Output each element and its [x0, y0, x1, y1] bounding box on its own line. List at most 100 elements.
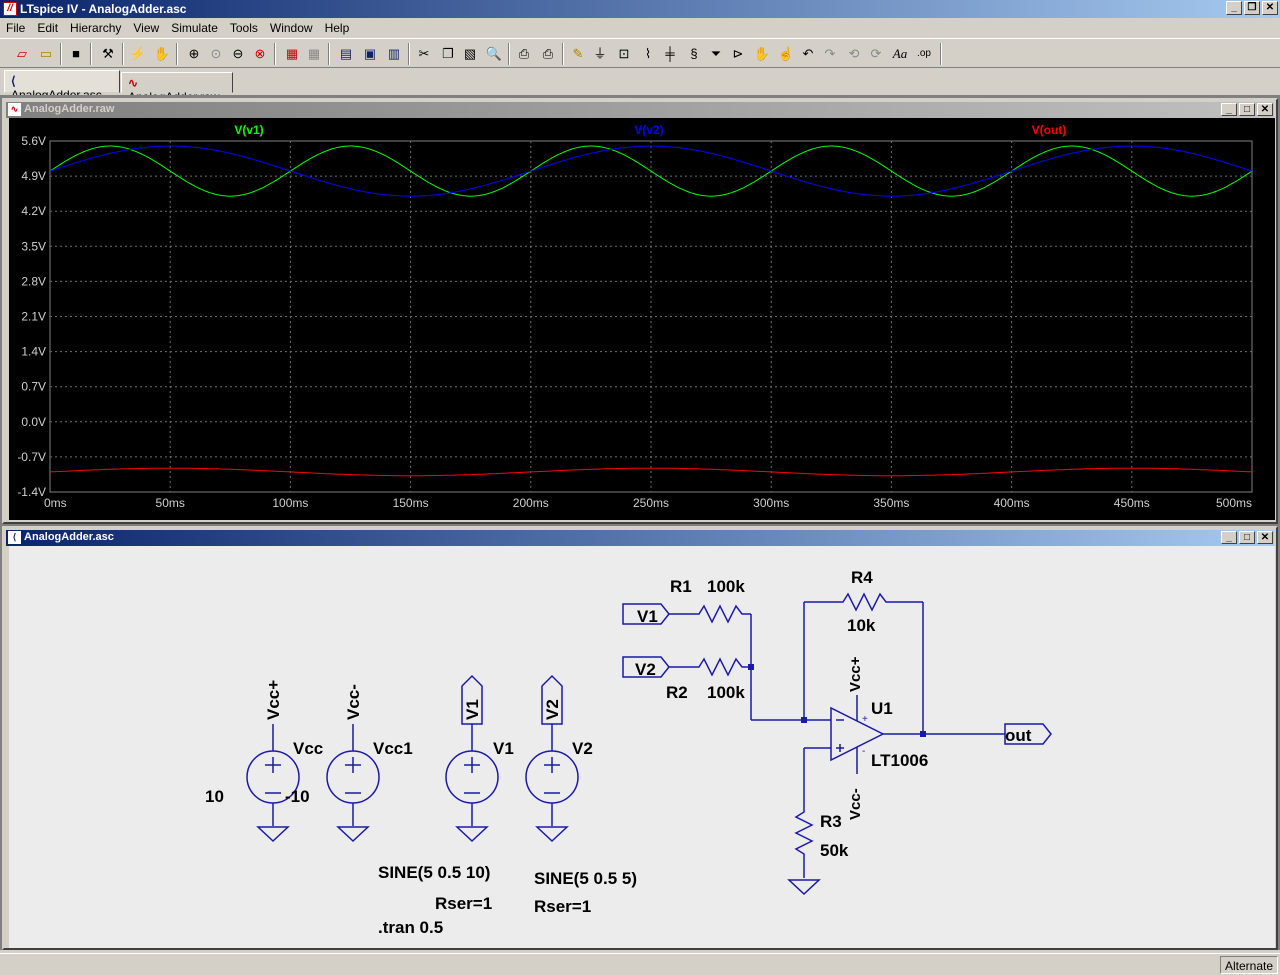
- autorange-icon[interactable]: ▦: [282, 44, 302, 64]
- restore-button[interactable]: ❐: [1244, 1, 1260, 15]
- waveform-window: ∿ AnalogAdder.raw _ □ ✕ 0ms 50ms 100ms 150m…: [2, 98, 1278, 524]
- flag-v1-in-label: V1: [637, 607, 658, 626]
- x-tick-label: 0ms: [44, 496, 67, 510]
- minimize-button[interactable]: _: [1226, 1, 1242, 15]
- v2-function-text: SINE(5 0.5 5): [534, 869, 637, 888]
- resistor-r1[interactable]: [691, 604, 751, 624]
- menu-tools[interactable]: Tools: [224, 19, 264, 37]
- redo-icon[interactable]: ↷: [820, 44, 840, 64]
- close-button[interactable]: ✕: [1257, 103, 1273, 116]
- x-tick-label: 300ms: [753, 496, 789, 510]
- find-icon[interactable]: 🔍: [484, 44, 504, 64]
- cut-icon[interactable]: ✂: [414, 44, 434, 64]
- legend-entry-vv2[interactable]: V(v2): [634, 123, 663, 137]
- save-icon[interactable]: ■: [66, 44, 86, 64]
- app-title-bar: // LTspice IV - AnalogAdder.asc _ ❐ ✕: [0, 0, 1280, 18]
- pan-icon[interactable]: ⊙: [206, 44, 226, 64]
- v1-function-text: SINE(5 0.5 10): [378, 863, 490, 882]
- minimize-button[interactable]: _: [1221, 531, 1237, 544]
- tile-horizontal-icon[interactable]: ▤: [336, 44, 356, 64]
- maximize-button[interactable]: □: [1239, 103, 1255, 116]
- schematic-drawing[interactable]: V1 R1 100k V2 R2 100k R4 10k Vcc+ Vcc- +…: [9, 546, 1275, 948]
- r4-name: R4: [851, 568, 873, 587]
- plot-pane[interactable]: 0ms 50ms 100ms 150ms 200ms 250ms 300ms 350ms 400…: [9, 118, 1275, 520]
- menu-help[interactable]: Help: [319, 19, 356, 37]
- draw-wire-icon[interactable]: ✎: [568, 44, 588, 64]
- minimize-button[interactable]: _: [1221, 103, 1237, 116]
- halt-icon[interactable]: ✋: [152, 44, 172, 64]
- y-tick-label: -0.7V: [17, 450, 46, 464]
- print-icon[interactable]: ⎙: [538, 44, 558, 64]
- v2-rser-text: Rser=1: [534, 897, 591, 916]
- ground-icon[interactable]: ⏚: [590, 44, 610, 64]
- r4-value: 10k: [847, 616, 876, 635]
- voltage-source-vcc1[interactable]: [326, 724, 380, 843]
- resistor-r2[interactable]: [691, 657, 751, 677]
- print-setup-icon[interactable]: ⎙: [514, 44, 534, 64]
- copy-icon[interactable]: ❐: [438, 44, 458, 64]
- zoom-in-icon[interactable]: ⊕: [184, 44, 204, 64]
- y-tick-label: 2.1V: [21, 310, 46, 324]
- diode-icon[interactable]: ⏷: [706, 44, 726, 64]
- vcc-value: 10: [205, 787, 224, 806]
- vcc1-name: Vcc1: [373, 739, 413, 758]
- x-tick-label: 250ms: [633, 496, 669, 510]
- tran-directive[interactable]: .tran 0.5: [378, 918, 443, 937]
- tab-analogadder-asc[interactable]: ⟨ AnalogAdder.asc: [4, 70, 120, 102]
- vcc1-value: -10: [285, 787, 310, 806]
- control-panel-icon[interactable]: ⚒: [98, 44, 118, 64]
- drag-icon[interactable]: ☝: [776, 44, 796, 64]
- voltage-source-vcc[interactable]: [246, 724, 300, 843]
- tab-analogadder-raw[interactable]: ∿ AnalogAdder.raw: [121, 72, 233, 104]
- net-flag-v2-input[interactable]: [622, 656, 691, 678]
- flag-v2-label: V2: [543, 699, 562, 720]
- schematic-canvas[interactable]: V1 R1 100k V2 R2 100k R4 10k Vcc+ Vcc- +…: [9, 546, 1275, 948]
- x-tick-label: 150ms: [393, 496, 429, 510]
- mirror-icon[interactable]: ⟳: [866, 44, 886, 64]
- delete-trace-icon[interactable]: ▦: [304, 44, 324, 64]
- vcc-name: Vcc: [293, 739, 323, 758]
- menu-view[interactable]: View: [127, 19, 165, 37]
- zoom-fit-icon[interactable]: ⊗: [250, 44, 270, 64]
- cascade-icon[interactable]: ▣: [360, 44, 380, 64]
- junction-dot: [920, 731, 926, 737]
- flag-vccp-label: Vcc+: [264, 680, 283, 720]
- label-net-icon[interactable]: ⊡: [614, 44, 634, 64]
- status-mode: Alternate: [1219, 956, 1278, 974]
- new-schematic-icon[interactable]: ▱: [12, 44, 32, 64]
- resistor-r3[interactable]: [794, 806, 814, 878]
- junction-dot: [748, 664, 754, 670]
- ltspice-app-icon[interactable]: //: [3, 2, 17, 16]
- resistor-icon[interactable]: ⌇: [638, 44, 658, 64]
- paste-icon[interactable]: ▧: [460, 44, 480, 64]
- undo-icon[interactable]: ↶: [798, 44, 818, 64]
- r2-value: 100k: [707, 683, 745, 702]
- capacitor-icon[interactable]: ╪: [660, 44, 680, 64]
- close-button[interactable]: ✕: [1257, 531, 1273, 544]
- component-icon[interactable]: ⊳: [728, 44, 748, 64]
- menu-edit[interactable]: Edit: [31, 19, 64, 37]
- menu-simulate[interactable]: Simulate: [165, 19, 224, 37]
- spice-directive-icon[interactable]: .op: [914, 44, 934, 64]
- resistor-r4[interactable]: [835, 592, 923, 612]
- tile-vertical-icon[interactable]: ▥: [384, 44, 404, 64]
- maximize-button[interactable]: □: [1239, 531, 1255, 544]
- zoom-out-icon[interactable]: ⊖: [228, 44, 248, 64]
- open-folder-icon[interactable]: ▭: [36, 44, 56, 64]
- legend-entry-vout[interactable]: V(out): [1032, 123, 1067, 137]
- legend-entry-vv1[interactable]: V(v1): [234, 123, 263, 137]
- waveform-window-title-bar: ∿ AnalogAdder.raw _ □ ✕: [6, 102, 1274, 118]
- run-icon[interactable]: ⚡: [128, 44, 148, 64]
- text-icon[interactable]: Aa: [890, 44, 910, 64]
- waveform-chart[interactable]: 0ms 50ms 100ms 150ms 200ms 250ms 300ms 350ms 400…: [9, 118, 1275, 520]
- rotate-icon[interactable]: ⟲: [844, 44, 864, 64]
- inductor-icon[interactable]: §: [684, 44, 704, 64]
- menu-hierarchy[interactable]: Hierarchy: [64, 19, 127, 37]
- menu-file[interactable]: File: [0, 19, 31, 37]
- move-icon[interactable]: ✋: [752, 44, 772, 64]
- x-tick-label: 50ms: [156, 496, 185, 510]
- status-bar: Alternate: [0, 953, 1280, 975]
- close-button[interactable]: ✕: [1262, 1, 1278, 15]
- waveform-icon: ∿: [8, 103, 21, 116]
- menu-window[interactable]: Window: [264, 19, 319, 37]
